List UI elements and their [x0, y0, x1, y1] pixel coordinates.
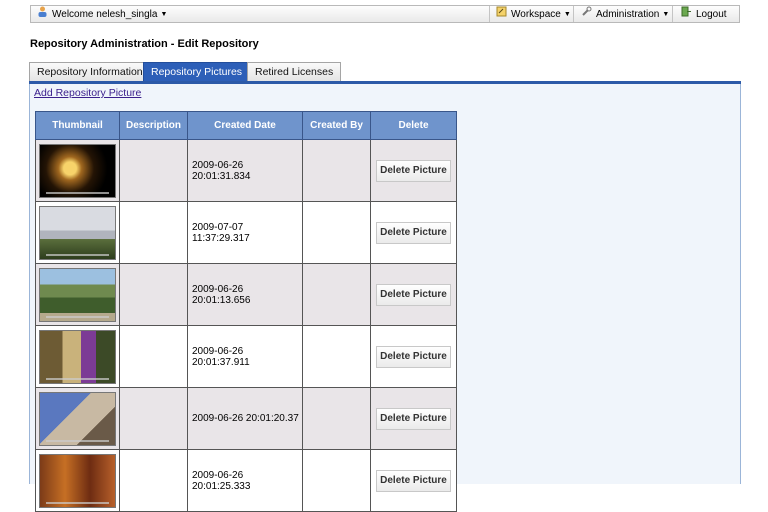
- column-header-created-date[interactable]: Created Date: [187, 111, 303, 140]
- administration-menu[interactable]: Administration ▼: [581, 6, 669, 22]
- thumbnail-image[interactable]: [39, 453, 116, 508]
- description-cell: [119, 263, 188, 326]
- chevron-down-icon: ▼: [662, 10, 670, 18]
- table-row: 2009-06-26 20:01:37.911 Delete Picture: [35, 325, 457, 388]
- created-date-cell: 2009-06-26 20:01:25.333: [187, 449, 303, 512]
- workspace-menu[interactable]: Workspace ▼: [496, 6, 571, 22]
- delete-cell: Delete Picture: [370, 387, 457, 450]
- column-header-description[interactable]: Description: [119, 111, 188, 140]
- thumbnail-image[interactable]: [39, 329, 116, 384]
- thumbnail-image[interactable]: [39, 143, 116, 198]
- administration-label: Administration: [596, 9, 660, 21]
- description-cell: [119, 325, 188, 388]
- wrench-icon: [581, 6, 592, 23]
- thumbnail-cell: [35, 201, 120, 264]
- created-date-cell: 2009-06-26 20:01:31.834: [187, 139, 303, 202]
- toolbar-divider: [573, 6, 574, 22]
- thumbnail-cell: [35, 325, 120, 388]
- column-header-thumbnail[interactable]: Thumbnail: [35, 111, 120, 140]
- toolbar-divider: [489, 6, 490, 22]
- table-row: 2009-06-26 20:01:13.656 Delete Picture: [35, 263, 457, 326]
- logout-icon: [681, 6, 692, 23]
- table-row: 2009-07-07 11:37:29.317 Delete Picture: [35, 201, 457, 264]
- delete-picture-button[interactable]: Delete Picture: [376, 221, 451, 244]
- created-by-cell: [302, 387, 371, 450]
- delete-picture-button[interactable]: Delete Picture: [376, 159, 451, 182]
- created-date-cell: 2009-06-26 20:01:20.37: [187, 387, 303, 450]
- thumbnail-cell: [35, 139, 120, 202]
- tab-retired-licenses[interactable]: Retired Licenses: [247, 62, 342, 81]
- logout-label: Logout: [696, 9, 727, 21]
- workspace-icon: [496, 6, 507, 23]
- thumbnail-image[interactable]: [39, 267, 116, 322]
- add-repository-picture-link[interactable]: Add Repository Picture: [34, 87, 141, 99]
- top-toolbar: Welcome nelesh_singla ▼ Workspace ▼ Admini…: [30, 5, 740, 23]
- workspace-label: Workspace: [511, 9, 561, 21]
- table-row: 2009-06-26 20:01:31.834 Delete Picture: [35, 139, 457, 202]
- created-by-cell: [302, 201, 371, 264]
- column-header-created-by[interactable]: Created By: [302, 111, 371, 140]
- column-header-delete: Delete: [370, 111, 457, 140]
- created-by-cell: [302, 325, 371, 388]
- welcome-menu[interactable]: Welcome nelesh_singla ▼: [37, 6, 167, 22]
- created-date-cell: 2009-06-26 20:01:37.911: [187, 325, 303, 388]
- delete-cell: Delete Picture: [370, 325, 457, 388]
- welcome-label: Welcome nelesh_singla: [52, 9, 158, 21]
- delete-picture-button[interactable]: Delete Picture: [376, 283, 451, 306]
- table-header-row: Thumbnail Description Created Date Creat…: [35, 111, 457, 140]
- delete-cell: Delete Picture: [370, 263, 457, 326]
- tab-repository-information[interactable]: Repository Information: [29, 62, 151, 81]
- delete-cell: Delete Picture: [370, 449, 457, 512]
- tab-repository-pictures[interactable]: Repository Pictures: [143, 62, 251, 81]
- created-by-cell: [302, 139, 371, 202]
- delete-picture-button[interactable]: Delete Picture: [376, 407, 451, 430]
- delete-cell: Delete Picture: [370, 139, 457, 202]
- page-title: Repository Administration - Edit Reposit…: [30, 38, 259, 50]
- created-by-cell: [302, 263, 371, 326]
- thumbnail-cell: [35, 387, 120, 450]
- chevron-down-icon: ▼: [563, 10, 571, 18]
- description-cell: [119, 387, 188, 450]
- delete-picture-button[interactable]: Delete Picture: [376, 345, 451, 368]
- logout-button[interactable]: Logout: [681, 6, 727, 22]
- thumbnail-image[interactable]: [39, 205, 116, 260]
- chevron-down-icon: ▼: [160, 10, 168, 18]
- table-row: 2009-06-26 20:01:20.37 Delete Picture: [35, 387, 457, 450]
- created-by-cell: [302, 449, 371, 512]
- delete-picture-button[interactable]: Delete Picture: [376, 469, 451, 492]
- created-date-cell: 2009-07-07 11:37:29.317: [187, 201, 303, 264]
- description-cell: [119, 139, 188, 202]
- thumbnail-image[interactable]: [39, 391, 116, 446]
- delete-cell: Delete Picture: [370, 201, 457, 264]
- thumbnail-cell: [35, 449, 120, 512]
- description-cell: [119, 449, 188, 512]
- thumbnail-cell: [35, 263, 120, 326]
- toolbar-divider: [672, 6, 673, 22]
- description-cell: [119, 201, 188, 264]
- created-date-cell: 2009-06-26 20:01:13.656: [187, 263, 303, 326]
- pictures-table: Thumbnail Description Created Date Creat…: [35, 111, 457, 512]
- table-row: 2009-06-26 20:01:25.333 Delete Picture: [35, 449, 457, 512]
- user-icon: [37, 6, 48, 23]
